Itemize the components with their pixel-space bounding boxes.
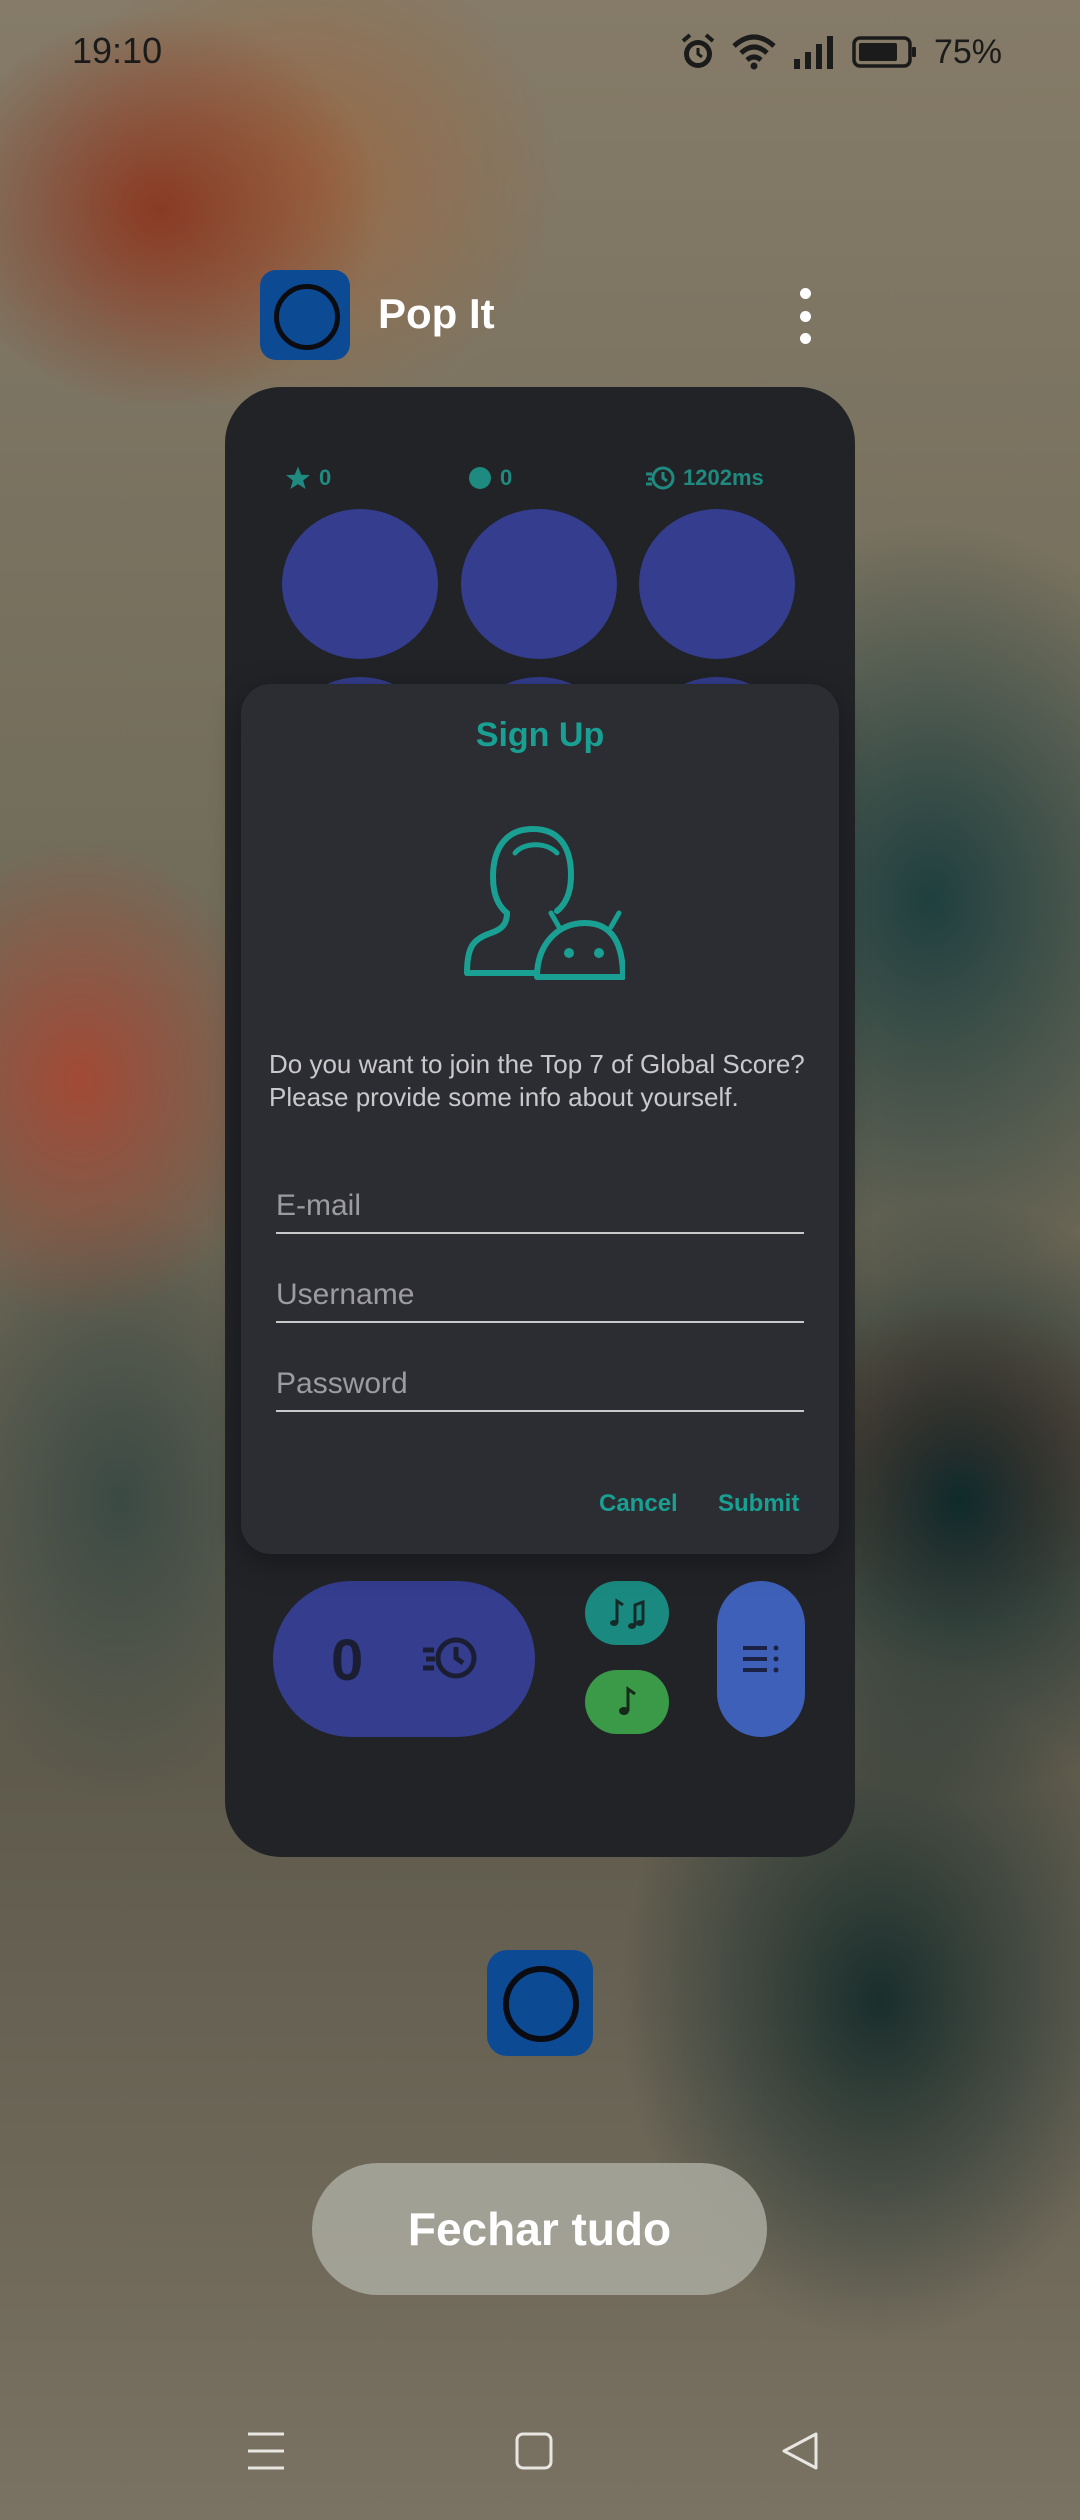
history-speed-icon: [423, 1637, 477, 1679]
email-field[interactable]: [276, 1180, 804, 1234]
back-icon[interactable]: [780, 2430, 820, 2472]
more-options-icon[interactable]: [790, 288, 820, 344]
battery-icon: [852, 36, 916, 68]
pops-value: 0: [500, 465, 513, 490]
app-icon-large[interactable]: [487, 1950, 593, 2056]
dot-icon: [469, 467, 491, 489]
music-note-icon: [619, 1686, 636, 1715]
score-panel[interactable]: 0: [273, 1581, 535, 1737]
pops-stat: 0: [468, 465, 512, 491]
music-toggle-button[interactable]: [585, 1581, 669, 1645]
sound-toggle-button[interactable]: [585, 1670, 669, 1734]
star-icon: [286, 466, 310, 490]
submit-button[interactable]: Submit: [718, 1490, 799, 1518]
password-input[interactable]: [276, 1358, 804, 1410]
pop-bubble[interactable]: [639, 509, 795, 659]
menu-list-icon: [743, 1645, 779, 1673]
username-field[interactable]: [276, 1269, 804, 1323]
password-field[interactable]: [276, 1358, 804, 1412]
home-icon[interactable]: [514, 2430, 554, 2472]
dialog-message-line1: Do you want to join the Top 7 of Global …: [269, 1049, 805, 1079]
dialog-message-line2: Please provide some info about yourself.: [269, 1082, 739, 1112]
recents-icon[interactable]: [246, 2430, 286, 2472]
battery-percent: 75%: [933, 32, 1002, 71]
music-notes-icon: [610, 1598, 645, 1629]
signup-dialog: Sign Up Do you want to join the Top 7 of…: [241, 684, 839, 1554]
pop-bubble[interactable]: [461, 509, 617, 659]
email-input[interactable]: [276, 1180, 804, 1232]
menu-button[interactable]: [717, 1581, 805, 1737]
history-speed-icon: [646, 466, 675, 490]
wifi-icon: [732, 34, 776, 70]
score-value: 0: [331, 1628, 364, 1693]
app-header: Pop It: [260, 268, 820, 360]
alarm-icon: [681, 33, 715, 68]
app-name: Pop It: [378, 290, 495, 337]
signal-icon: [793, 36, 833, 69]
time-value: 1202ms: [683, 465, 764, 490]
dialog-message: Do you want to join the Top 7 of Global …: [269, 1048, 814, 1114]
close-all-button[interactable]: Fechar tudo: [312, 2163, 767, 2295]
status-icons: 75%: [680, 28, 1002, 76]
pop-bubble[interactable]: [282, 509, 438, 659]
cancel-button[interactable]: Cancel: [599, 1490, 678, 1518]
app-icon[interactable]: [260, 270, 350, 360]
user-android-icon: [464, 825, 625, 980]
stars-stat: 0: [285, 465, 331, 491]
status-time: 19:10: [72, 30, 163, 71]
dialog-title: Sign Up: [475, 716, 605, 754]
username-input[interactable]: [276, 1269, 804, 1321]
time-stat: 1202ms: [645, 465, 764, 491]
stars-value: 0: [319, 465, 332, 490]
